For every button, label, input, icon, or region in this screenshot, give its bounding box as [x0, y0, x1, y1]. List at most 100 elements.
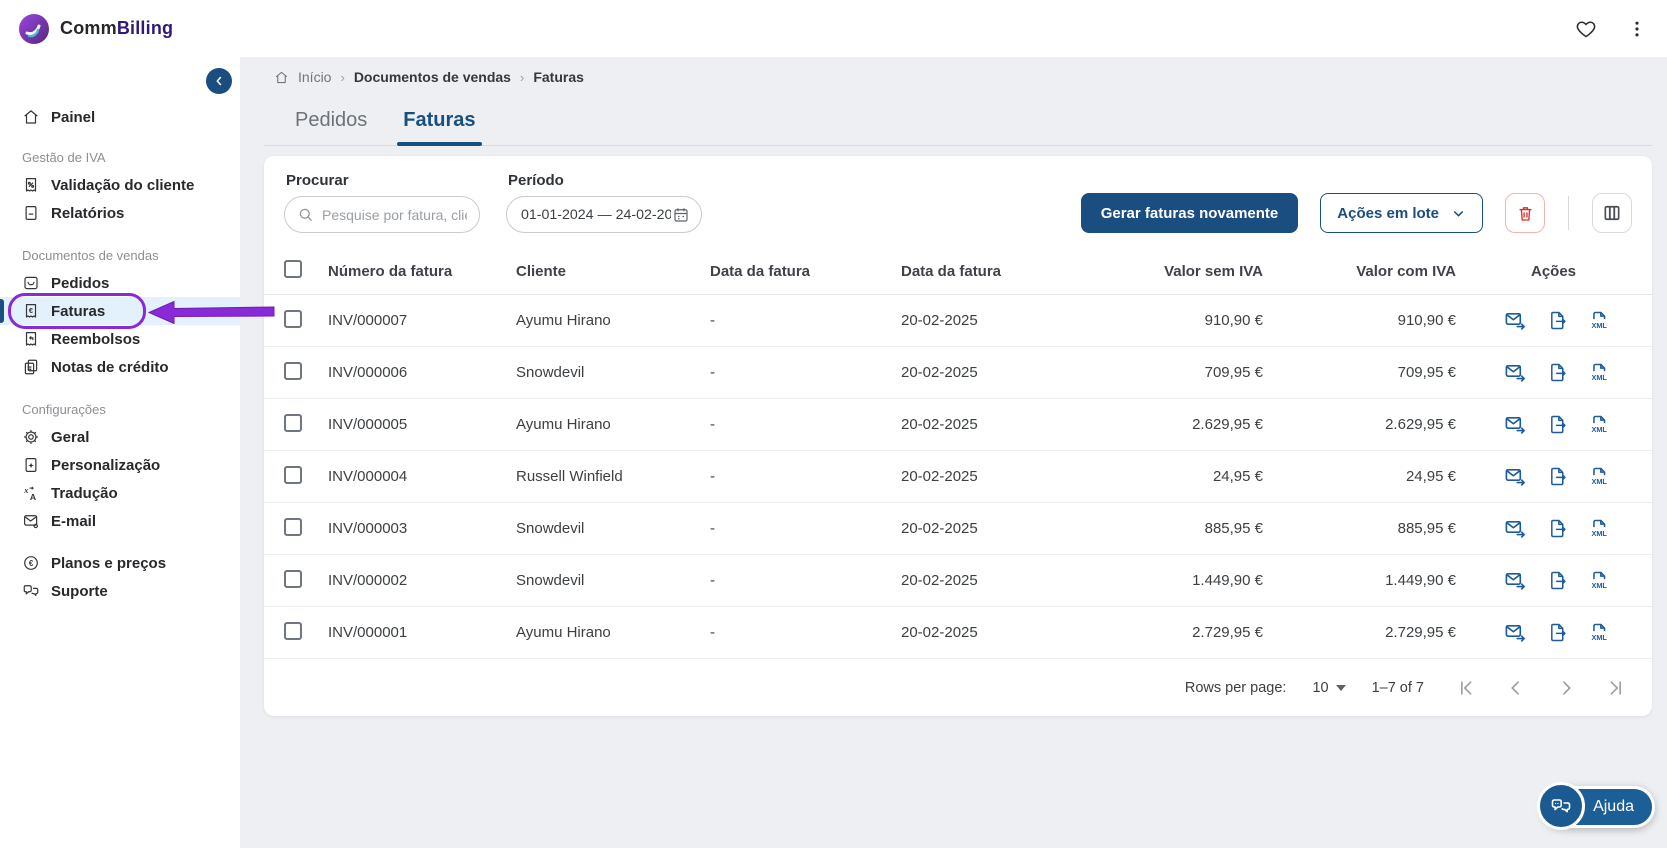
column-header-actions: Ações	[1531, 262, 1577, 280]
tab-faturas[interactable]: Faturas	[397, 109, 482, 146]
export-xml-button[interactable]: XML	[1588, 310, 1610, 332]
sidebar-item-geral[interactable]: Geral	[0, 423, 240, 451]
svg-text:XML: XML	[1591, 372, 1607, 381]
sidebar-item-traducao[interactable]: x A Tradução	[0, 479, 240, 507]
sidebar-item-label: Relatórios	[51, 204, 125, 222]
svg-text:€: €	[29, 559, 34, 568]
row-checkbox[interactable]	[284, 517, 302, 536]
select-all-checkbox[interactable]	[284, 260, 302, 278]
column-header-client[interactable]: Cliente	[516, 263, 710, 280]
export-xml-icon: XML	[1588, 414, 1610, 436]
invoice-date2-cell: 20-02-2025	[901, 624, 978, 641]
row-checkbox[interactable]	[284, 569, 302, 588]
row-checkbox[interactable]	[284, 309, 302, 328]
sidebar-item-painel[interactable]: Painel	[0, 103, 240, 131]
period-label: Período	[508, 172, 564, 189]
search-label: Procurar	[286, 172, 349, 189]
delete-button[interactable]	[1505, 193, 1545, 233]
breadcrumb-level1[interactable]: Documentos de vendas	[354, 69, 511, 85]
sidebar-collapse-button[interactable]	[206, 68, 232, 94]
column-header-date2[interactable]: Data da fatura	[901, 263, 1081, 280]
overflow-menu-button[interactable]	[1627, 19, 1647, 39]
sidebar-item-pedidos[interactable]: Pedidos	[0, 269, 240, 297]
export-document-icon	[1547, 622, 1568, 643]
export-document-button[interactable]	[1547, 414, 1568, 435]
breadcrumb-home[interactable]: Início	[298, 69, 331, 85]
export-xml-button[interactable]: XML	[1588, 518, 1610, 540]
tab-pedidos[interactable]: Pedidos	[295, 109, 367, 145]
send-email-icon	[1504, 621, 1527, 644]
table-header: Número da fatura Cliente Data da fatura …	[264, 248, 1652, 295]
export-document-icon	[1547, 362, 1568, 383]
row-checkbox[interactable]	[284, 413, 302, 432]
sidebar-item-planos[interactable]: € Planos e preços	[0, 549, 240, 577]
export-xml-icon: XML	[1588, 570, 1610, 592]
favorites-heart-button[interactable]	[1575, 18, 1597, 40]
send-email-button[interactable]	[1504, 465, 1527, 488]
export-xml-button[interactable]: XML	[1588, 570, 1610, 592]
row-actions: XML	[1456, 517, 1632, 540]
export-document-button[interactable]	[1547, 570, 1568, 591]
export-document-button[interactable]	[1547, 310, 1568, 331]
search-input[interactable]	[322, 206, 467, 223]
period-input[interactable]: 01-01-2024 — 24-02-2025	[506, 196, 702, 233]
sidebar-item-relatorios[interactable]: Relatórios	[0, 199, 240, 227]
column-header-number[interactable]: Número da fatura	[328, 263, 516, 280]
topbar: CommBilling	[0, 0, 1667, 57]
column-header-net[interactable]: Valor sem IVA	[1081, 263, 1263, 280]
sidebar-item-label: Notas de crédito	[51, 358, 169, 376]
export-document-button[interactable]	[1547, 466, 1568, 487]
sidebar-item-notas[interactable]: Notas de crédito	[0, 353, 240, 381]
send-email-button[interactable]	[1504, 569, 1527, 592]
send-email-button[interactable]	[1504, 413, 1527, 436]
sidebar-item-personalizacao[interactable]: ✦ Personalização	[0, 451, 240, 479]
rows-per-page-select[interactable]: 10	[1312, 680, 1346, 696]
column-header-gross[interactable]: Valor com IVA	[1263, 263, 1456, 280]
prev-page-button[interactable]	[1506, 678, 1526, 698]
row-actions: XML	[1456, 621, 1632, 644]
gross-amount-cell: 1.449,90 €	[1385, 572, 1456, 589]
next-page-button[interactable]	[1556, 678, 1576, 698]
breadcrumb-home-icon	[274, 70, 289, 85]
export-document-button[interactable]	[1547, 622, 1568, 643]
sidebar-item-validacao[interactable]: Validação do cliente	[0, 171, 240, 199]
tabs: Pedidos Faturas	[264, 109, 1652, 146]
columns-settings-button[interactable]	[1592, 193, 1632, 233]
send-email-button[interactable]	[1504, 361, 1527, 384]
sidebar-item-suporte[interactable]: Suporte	[0, 577, 240, 605]
row-checkbox[interactable]	[284, 465, 302, 484]
svg-text:A: A	[30, 492, 36, 502]
regenerate-invoices-button[interactable]: Gerar faturas novamente	[1080, 193, 1299, 233]
client-cell: Snowdevil	[516, 572, 585, 589]
last-page-button[interactable]	[1606, 678, 1626, 698]
export-document-button[interactable]	[1547, 518, 1568, 539]
sidebar-item-faturas[interactable]: € Faturas	[0, 297, 240, 325]
euro-circle-icon: €	[22, 554, 40, 572]
export-document-button[interactable]	[1547, 362, 1568, 383]
help-button[interactable]: Ajuda	[1537, 782, 1655, 830]
net-amount-cell: 709,95 €	[1204, 364, 1263, 381]
sidebar-item-reembolsos[interactable]: Reembolsos	[0, 325, 240, 353]
svg-text:XML: XML	[1591, 476, 1607, 485]
period-value: 01-01-2024 — 24-02-2025	[521, 206, 671, 223]
send-email-button[interactable]	[1504, 309, 1527, 332]
sidebar-item-email[interactable]: E-mail	[0, 507, 240, 535]
send-email-button[interactable]	[1504, 517, 1527, 540]
row-checkbox[interactable]	[284, 361, 302, 380]
batch-actions-button[interactable]: Ações em lote	[1320, 193, 1483, 233]
export-xml-button[interactable]: XML	[1588, 622, 1610, 644]
table-row: INV/000005 Ayumu Hirano - 20-02-2025 2.6…	[264, 399, 1652, 451]
send-email-icon	[1504, 413, 1527, 436]
column-header-date1[interactable]: Data da fatura	[710, 263, 901, 280]
gross-amount-cell: 885,95 €	[1397, 520, 1456, 537]
export-xml-button[interactable]: XML	[1588, 414, 1610, 436]
net-amount-cell: 2.629,95 €	[1192, 416, 1263, 433]
first-page-button[interactable]	[1456, 678, 1476, 698]
send-email-button[interactable]	[1504, 621, 1527, 644]
invoices-card: Procurar Período 01-01-2024 — 24-02-2025	[264, 156, 1652, 716]
export-xml-button[interactable]: XML	[1588, 466, 1610, 488]
export-xml-button[interactable]: XML	[1588, 362, 1610, 384]
row-checkbox[interactable]	[284, 621, 302, 640]
credit-notes-copy-icon	[22, 358, 40, 376]
export-document-icon	[1547, 414, 1568, 435]
